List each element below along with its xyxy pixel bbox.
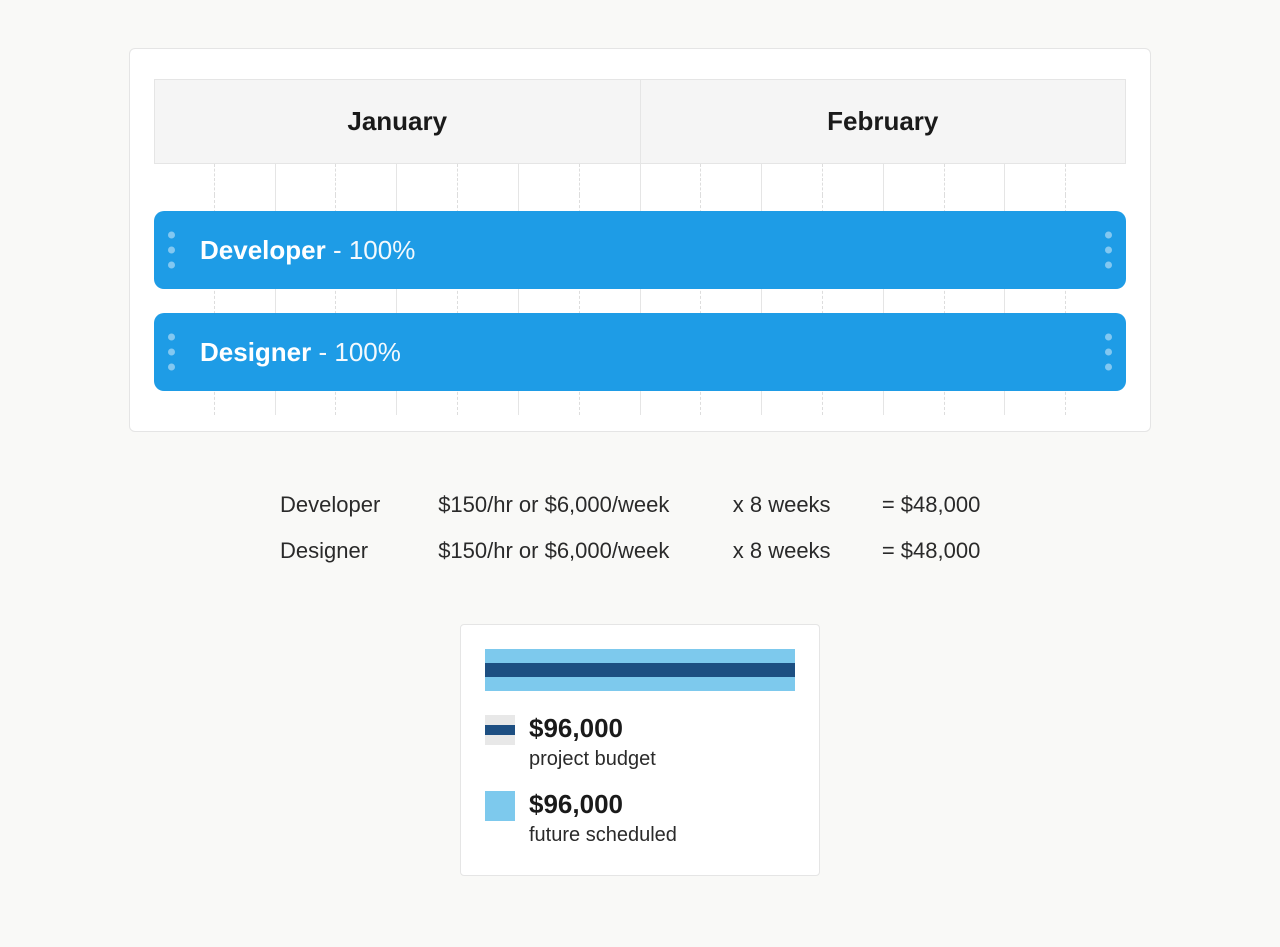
rows-area: Developer - 100% Designer - 100% bbox=[154, 195, 1126, 415]
cost-role: Developer bbox=[280, 492, 398, 518]
gantt-bar-designer[interactable]: Designer - 100% bbox=[154, 313, 1126, 391]
swatch-project-budget-icon bbox=[485, 715, 515, 745]
week-cell bbox=[397, 164, 458, 195]
week-cell bbox=[1066, 164, 1126, 195]
week-cell bbox=[762, 164, 823, 195]
gantt-bar-label: Designer - 100% bbox=[200, 337, 401, 368]
week-grid bbox=[154, 163, 1126, 195]
gantt-role-name: Designer bbox=[200, 337, 311, 367]
legend-amount: $96,000 bbox=[529, 713, 656, 744]
week-cell bbox=[458, 164, 519, 195]
gantt-role-name: Developer bbox=[200, 235, 326, 265]
month-headers: January February bbox=[154, 79, 1126, 163]
week-cell bbox=[154, 164, 215, 195]
budget-progress-inner bbox=[485, 663, 795, 677]
legend-row-project-budget: $96,000 project budget bbox=[485, 713, 795, 771]
week-cell bbox=[701, 164, 762, 195]
legend-amount: $96,000 bbox=[529, 789, 677, 820]
gantt-bar-developer[interactable]: Developer - 100% bbox=[154, 211, 1126, 289]
drag-handle-left-icon[interactable] bbox=[168, 334, 175, 371]
cost-table: Developer $150/hr or $6,000/week x 8 wee… bbox=[280, 482, 1000, 574]
legend-label: project budget bbox=[529, 748, 656, 771]
gantt-role-pct: 100% bbox=[349, 235, 416, 265]
cost-row: Developer $150/hr or $6,000/week x 8 wee… bbox=[280, 482, 1000, 528]
month-header-february: February bbox=[641, 80, 1126, 163]
gantt-role-pct: 100% bbox=[334, 337, 401, 367]
month-header-january: January bbox=[155, 80, 641, 163]
budget-card: $96,000 project budget $96,000 future sc… bbox=[460, 624, 820, 876]
swatch-future-scheduled-icon bbox=[485, 791, 515, 821]
cost-rate: $150/hr or $6,000/week bbox=[438, 492, 693, 518]
week-cell bbox=[641, 164, 702, 195]
drag-handle-left-icon[interactable] bbox=[168, 232, 175, 269]
drag-handle-right-icon[interactable] bbox=[1105, 232, 1112, 269]
gantt-bar-label: Developer - 100% bbox=[200, 235, 415, 266]
cost-total: = $48,000 bbox=[882, 492, 1000, 518]
drag-handle-right-icon[interactable] bbox=[1105, 334, 1112, 371]
budget-progress-bar bbox=[485, 649, 795, 691]
week-cell bbox=[945, 164, 1006, 195]
cost-role: Designer bbox=[280, 538, 398, 564]
week-cell bbox=[884, 164, 945, 195]
gantt-card: January February bbox=[129, 48, 1151, 432]
gantt-inner: January February bbox=[154, 79, 1126, 415]
cost-total: = $48,000 bbox=[882, 538, 1000, 564]
legend-label: future scheduled bbox=[529, 824, 677, 847]
week-cell bbox=[823, 164, 884, 195]
week-cell bbox=[1005, 164, 1066, 195]
week-cell bbox=[519, 164, 580, 195]
cost-row: Designer $150/hr or $6,000/week x 8 week… bbox=[280, 528, 1000, 574]
week-cell bbox=[580, 164, 641, 195]
legend-text: $96,000 project budget bbox=[529, 713, 656, 771]
legend-row-future-scheduled: $96,000 future scheduled bbox=[485, 789, 795, 847]
week-cell bbox=[336, 164, 397, 195]
cost-rate: $150/hr or $6,000/week bbox=[438, 538, 693, 564]
week-cell bbox=[215, 164, 276, 195]
week-cell bbox=[276, 164, 337, 195]
legend-text: $96,000 future scheduled bbox=[529, 789, 677, 847]
cost-duration: x 8 weeks bbox=[733, 492, 842, 518]
cost-duration: x 8 weeks bbox=[733, 538, 842, 564]
